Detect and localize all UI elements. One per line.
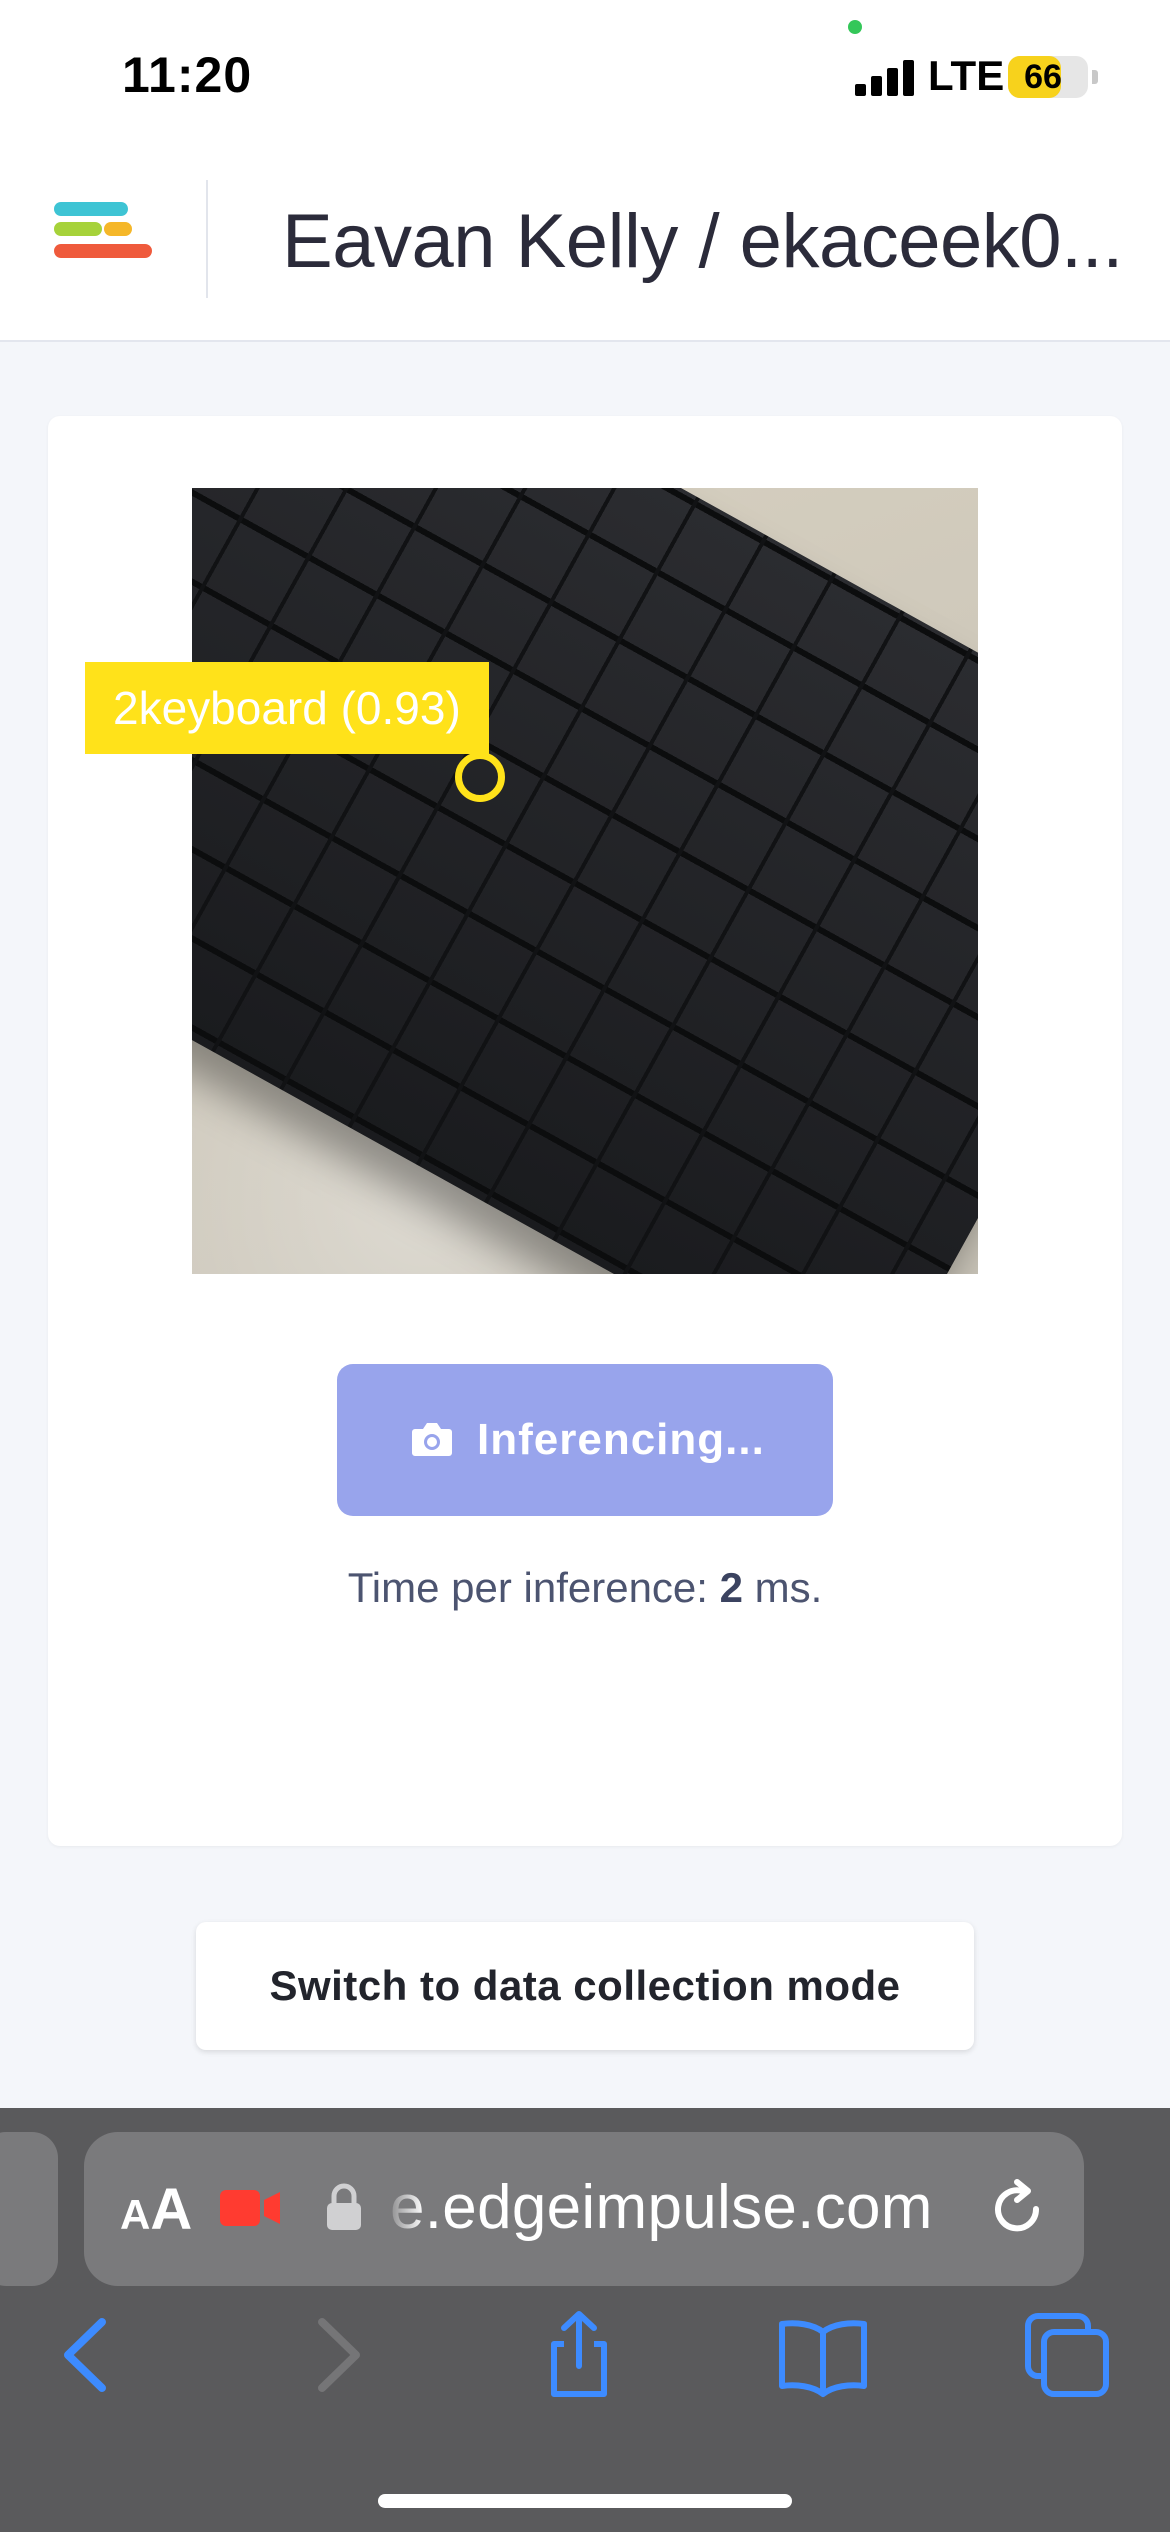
tabs-icon[interactable] [1022,2310,1112,2400]
keyboard-image [192,488,978,1274]
camera-feed [192,488,978,1274]
text-size-large-a: A [150,2177,193,2242]
inferencing-label: Inferencing... [477,1415,765,1464]
home-indicator[interactable] [378,2494,792,2508]
battery-level: 66 [1024,58,1062,96]
reload-icon[interactable] [984,2176,1050,2242]
inference-time-value: 2 [719,1564,743,1611]
menu-line [54,202,128,216]
back-icon[interactable] [42,2310,132,2400]
camera-in-use-indicator [848,20,862,34]
forward-icon[interactable] [292,2310,382,2400]
bookmarks-icon[interactable] [778,2310,868,2400]
camera-icon [412,1423,452,1456]
url-text: e.edgeimpulse.com [390,2173,933,2242]
project-title: Eavan Kelly / ekaceek0... [282,199,1123,284]
status-bar: 11:20 LTE 66 [0,0,1170,150]
cellular-signal-icon [855,58,919,96]
url-fade [384,2162,424,2252]
detection-label: 2keyboard (0.93) [85,662,489,754]
detection-centroid-marker [455,752,505,802]
text-size-small-a: A [120,2191,151,2238]
network-type: LTE [928,52,1005,99]
menu-line [104,222,132,236]
text-size-button[interactable]: AA [120,2176,192,2243]
menu-line [54,222,102,236]
switch-mode-button[interactable]: Switch to data collection mode [196,1922,974,2050]
battery-tip [1092,70,1098,84]
status-time: 11:20 [122,47,253,103]
inference-time-suffix: ms. [742,1564,823,1611]
menu-line [54,244,152,258]
address-bar[interactable]: AA e.edgeimpulse.com [84,2132,1084,2286]
header-divider [206,180,208,298]
lock-icon [327,2183,361,2230]
share-icon[interactable] [534,2310,624,2400]
app-header: Eavan Kelly / ekaceek0... [0,150,1170,342]
inference-time-prefix: Time per inference: [347,1564,720,1611]
camera-recording-icon[interactable] [220,2186,282,2230]
menu-logo-button[interactable] [50,200,160,280]
inferencing-button[interactable]: Inferencing... [337,1364,833,1516]
battery-icon: 66 [1008,56,1088,98]
inference-time: Time per inference: 2 ms. [0,1564,1170,1612]
previous-tab-preview[interactable] [0,2132,58,2286]
